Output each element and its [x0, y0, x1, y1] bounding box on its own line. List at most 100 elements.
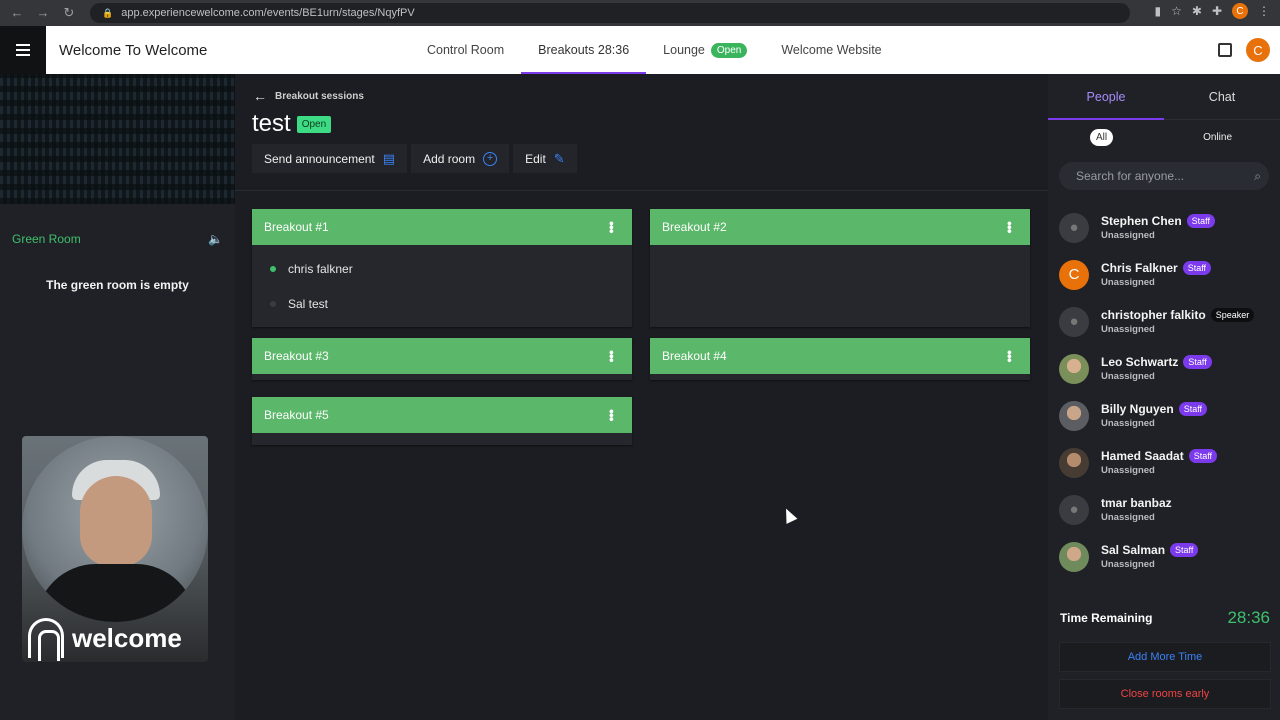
kebab-menu-icon[interactable]: ••• — [604, 409, 620, 421]
people-search: ⌕ — [1059, 162, 1269, 190]
close-rooms-early-button[interactable]: Close rooms early — [1059, 679, 1271, 709]
tab-welcome-website[interactable]: Welcome Website — [764, 26, 898, 74]
forward-icon[interactable]: → — [36, 5, 50, 21]
right-panel: People Chat All Online ⌕ ● Stephen ChenS… — [1048, 74, 1280, 720]
staff-tag: Staff — [1182, 261, 1212, 275]
person-row[interactable]: Leo Schwartz Staff Unassigned — [1048, 345, 1280, 392]
video-brand-text: welcome — [72, 622, 182, 653]
camera-icon[interactable]: ▮ — [1155, 4, 1162, 18]
send-announcement-button[interactable]: Send announcement ▤ — [252, 144, 408, 173]
kebab-menu-icon[interactable]: ••• — [604, 350, 620, 362]
welcome-logo: welcome — [28, 618, 182, 661]
add-more-time-button[interactable]: Add More Time — [1059, 642, 1271, 672]
filter-online[interactable]: Online — [1197, 129, 1238, 146]
divider — [235, 190, 1048, 191]
event-banner-image — [0, 74, 235, 204]
breakout-room-card: Breakout #2 ••• — [650, 209, 1030, 327]
calendar-icon[interactable] — [1218, 43, 1232, 57]
lounge-open-badge: Open — [710, 42, 748, 58]
room-member[interactable]: chris falkner — [252, 251, 632, 286]
edit-button[interactable]: Edit ✎ — [513, 144, 577, 173]
tab-chat[interactable]: Chat — [1164, 74, 1280, 119]
time-remaining-label: Time Remaining — [1060, 611, 1153, 625]
default-avatar-icon: ● — [1059, 212, 1089, 243]
person-row[interactable]: ● christopher falkito Speaker Unassigned — [1048, 298, 1280, 345]
add-room-button[interactable]: Add room + — [411, 144, 510, 173]
search-icon[interactable]: ⌕ — [1254, 169, 1261, 184]
breakout-room-card: Breakout #5 ••• — [252, 397, 632, 445]
person-row[interactable]: ● Stephen Chen Staff Unassigned — [1048, 204, 1280, 251]
message-icon: ▤ — [382, 150, 396, 166]
tab-control-room[interactable]: Control Room — [410, 26, 521, 74]
kebab-menu-icon[interactable]: ••• — [1002, 221, 1018, 233]
person-row[interactable]: Billy Nguyen Staff Unassigned — [1048, 392, 1280, 439]
kebab-menu-icon[interactable]: ••• — [1002, 350, 1018, 362]
speaker-tag: Speaker — [1210, 308, 1255, 322]
app-title: Welcome To Welcome — [59, 41, 208, 59]
online-status-dot — [270, 265, 276, 272]
extension-icon[interactable]: ✱ — [1192, 4, 1202, 18]
profile-avatar[interactable]: C — [1232, 3, 1248, 19]
person-row[interactable]: Hamed Saadat Staff Unassigned — [1048, 439, 1280, 486]
breakout-room-card: Breakout #4 ••• — [650, 338, 1030, 380]
staff-tag: Staff — [1178, 402, 1208, 416]
avatar — [1059, 400, 1089, 431]
breakout-room-card: Breakout #1 ••• chris falkner Sal test — [252, 209, 632, 327]
mouse-cursor-icon — [780, 506, 798, 524]
room-header[interactable]: Breakout #2 ••• — [650, 209, 1030, 245]
default-avatar-icon: ● — [1059, 306, 1089, 337]
session-title: test — [252, 110, 291, 137]
left-panel: Green Room 🔈 The green room is empty wel… — [0, 74, 235, 720]
room-header[interactable]: Breakout #1 ••• — [252, 209, 632, 245]
room-header[interactable]: Breakout #5 ••• — [252, 397, 632, 433]
tab-lounge[interactable]: Lounge Open — [646, 26, 764, 74]
hamburger-menu-icon[interactable] — [0, 26, 46, 74]
room-header[interactable]: Breakout #3 ••• — [252, 338, 632, 374]
filter-all[interactable]: All — [1089, 128, 1114, 146]
speaker-icon[interactable]: 🔈 — [208, 232, 223, 246]
browser-toolbar: ← → ↻ 🔒 app.experiencewelcome.com/events… — [0, 0, 1280, 26]
menu-dots-icon[interactable]: ⋮ — [1258, 4, 1270, 18]
avatar — [1059, 353, 1089, 384]
reload-icon[interactable]: ↻ — [62, 5, 76, 21]
green-room-label: Green Room — [12, 232, 81, 246]
time-remaining-value: 28:36 — [1227, 608, 1270, 627]
person-row[interactable]: C Chris Falkner Staff Unassigned — [1048, 251, 1280, 298]
staff-tag: Staff — [1183, 355, 1212, 369]
staff-tag: Staff — [1188, 449, 1218, 463]
person-row[interactable]: Sal Salman Staff Unassigned — [1048, 533, 1280, 580]
self-video: welcome — [22, 436, 208, 662]
green-room-empty-text: The green room is empty — [46, 278, 189, 292]
address-bar[interactable]: 🔒 app.experiencewelcome.com/events/BE1ur… — [90, 3, 1130, 23]
avatar — [1059, 541, 1089, 572]
room-header[interactable]: Breakout #4 ••• — [650, 338, 1030, 374]
person-row[interactable]: ● tmar banbaz Unassigned — [1048, 486, 1280, 533]
star-icon[interactable]: ☆ — [1171, 4, 1182, 18]
staff-tag: Staff — [1186, 214, 1216, 228]
arrow-left-icon: ← — [253, 88, 267, 104]
default-avatar-icon: ● — [1059, 494, 1089, 525]
kebab-menu-icon[interactable]: ••• — [604, 221, 620, 233]
tab-breakouts[interactable]: Breakouts 28:36 — [521, 26, 647, 74]
avatar: C — [1059, 259, 1089, 290]
avatar — [1059, 447, 1089, 478]
staff-tag: Staff — [1170, 543, 1199, 557]
back-icon[interactable]: ← — [10, 5, 24, 21]
people-list: ● Stephen Chen Staff Unassigned C Chris F… — [1048, 204, 1280, 590]
user-avatar[interactable]: C — [1246, 38, 1270, 62]
session-status-badge: Open — [296, 115, 332, 133]
people-search-input[interactable] — [1076, 169, 1236, 183]
back-to-breakout-sessions[interactable]: ← Breakout sessions — [253, 88, 364, 104]
puzzle-icon[interactable]: ✚ — [1212, 4, 1222, 18]
welcome-arch-icon — [28, 618, 64, 661]
pencil-icon: ✎ — [553, 150, 565, 166]
offline-status-dot — [270, 300, 276, 307]
time-remaining: Time Remaining 28:36 — [1060, 608, 1270, 628]
breakout-room-card: Breakout #3 ••• — [252, 338, 632, 380]
lock-icon: 🔒 — [102, 7, 114, 18]
tab-people[interactable]: People — [1048, 74, 1164, 120]
breakout-main: ← Breakout sessions test Open Send annou… — [235, 74, 1048, 720]
url-text: app.experiencewelcome.com/events/BE1urn/… — [121, 7, 415, 19]
plus-circle-icon: + — [483, 151, 498, 166]
room-member[interactable]: Sal test — [252, 286, 632, 321]
